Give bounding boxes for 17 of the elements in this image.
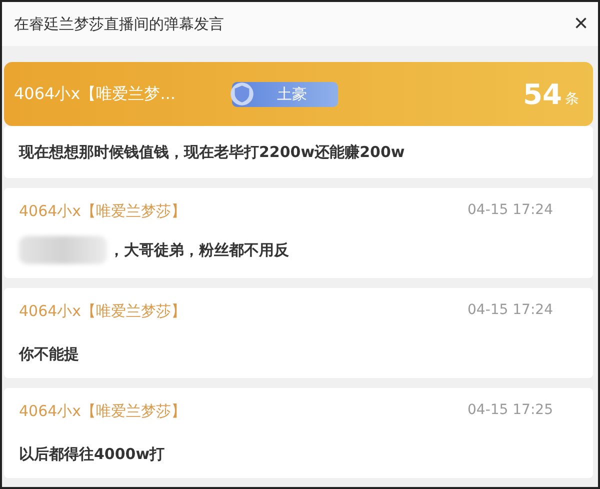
count-unit: 条 xyxy=(565,90,579,108)
user-name: 4064小x【唯爱兰梦... xyxy=(14,84,176,104)
message-time: 04-15 17:24 xyxy=(468,202,553,220)
message-text: 你不能提 xyxy=(19,345,79,364)
sender-name: 4064小x【唯爱兰梦莎】 xyxy=(19,302,186,321)
sender-name: 4064小x【唯爱兰梦莎】 xyxy=(19,202,186,221)
rank-badge: 土豪 xyxy=(232,82,338,106)
message-text: 以后都得往4000w打 xyxy=(19,445,165,464)
sender-name: 4064小x【唯爱兰梦莎】 xyxy=(19,402,186,421)
message-count: 54 xyxy=(523,78,562,110)
message-time: 04-15 17:25 xyxy=(468,402,553,420)
shield-icon xyxy=(230,82,254,106)
close-button[interactable]: × xyxy=(574,12,588,36)
message-time: 04-15 17:24 xyxy=(468,302,553,320)
window-title: 在睿廷兰梦莎直播间的弹幕发言 xyxy=(14,14,224,34)
message-text: 现在想想那时候钱值钱，现在老毕打2200w还能赚200w xyxy=(19,143,405,161)
message-text: ，大哥徒弟，粉丝都不用反 xyxy=(109,240,289,260)
